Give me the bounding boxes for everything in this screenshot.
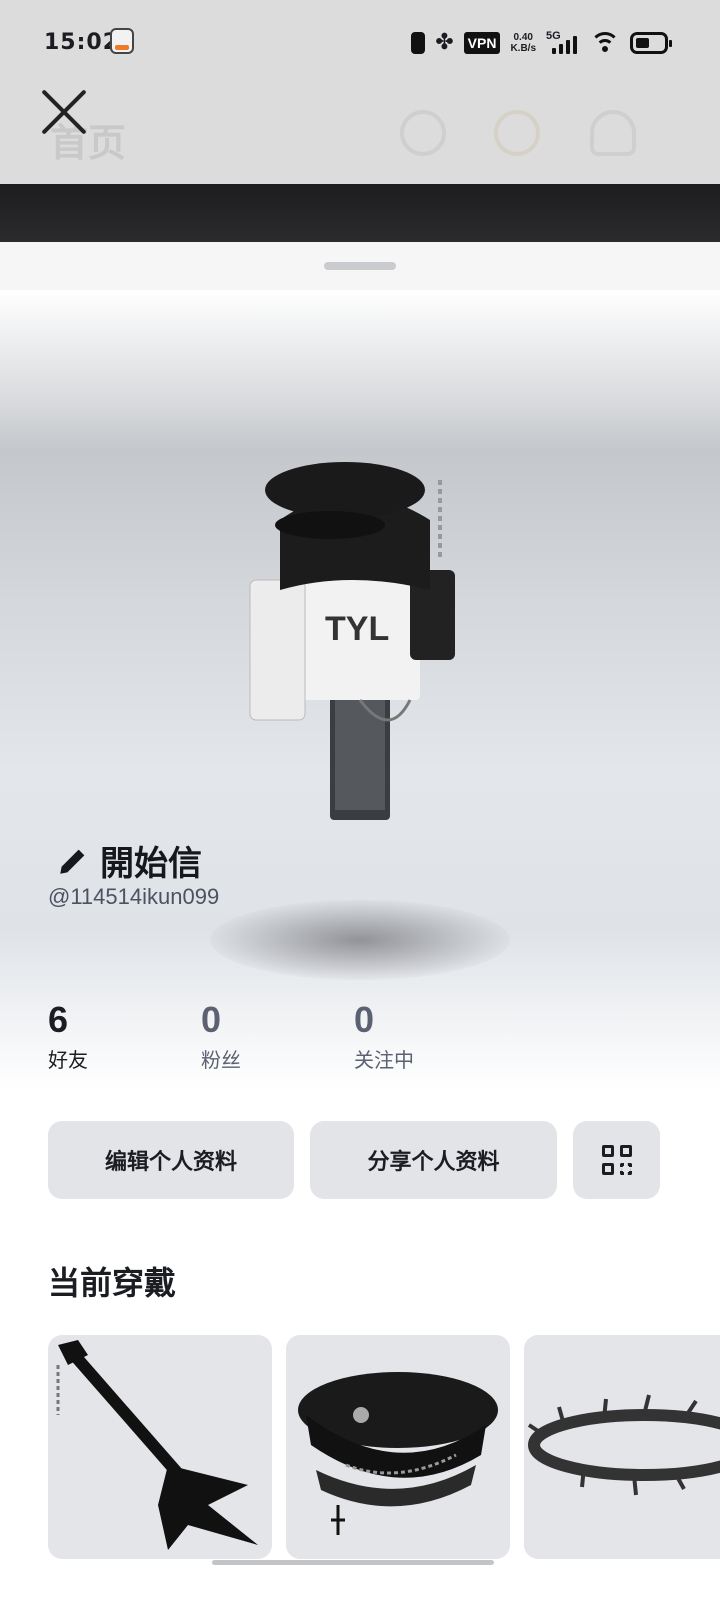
home-indicator[interactable]: [212, 1560, 494, 1565]
wearing-item-cap[interactable]: [286, 1335, 510, 1559]
section-title-wearing: 当前穿戴: [48, 1265, 177, 1301]
network-speed: 0.40 K.B/s: [510, 32, 536, 54]
thorn-crown-icon: [527, 1394, 720, 1496]
profile-stats: 6 好友 0 粉丝 0 关注中: [48, 998, 507, 1073]
stat-friends[interactable]: 6 好友: [48, 998, 201, 1073]
edit-profile-button[interactable]: 编辑个人资料: [48, 1121, 294, 1199]
close-button[interactable]: [40, 86, 90, 136]
wifi-icon: [590, 32, 620, 54]
vpn-badge: VPN: [463, 32, 501, 54]
network-type: 5G: [546, 30, 561, 42]
stat-value: 0: [354, 999, 375, 1040]
vibrate-icon: [411, 32, 426, 54]
fan-icon: ✤: [435, 30, 454, 55]
stat-following[interactable]: 0 关注中: [354, 998, 507, 1073]
share-profile-button[interactable]: 分享个人资料: [310, 1121, 557, 1199]
qr-code-icon: [601, 1145, 632, 1175]
wearing-item-guitar[interactable]: [48, 1335, 272, 1559]
wearing-item-crown[interactable]: [524, 1335, 720, 1559]
network-speed-value: 0.40: [513, 32, 533, 43]
bell-icon: [590, 110, 636, 156]
qr-code-button[interactable]: [573, 1121, 660, 1199]
display-name: 開始信: [100, 845, 202, 883]
network-speed-unit: K.B/s: [510, 43, 536, 54]
username: @114514ikun099: [48, 884, 220, 909]
search-icon: [400, 110, 446, 156]
status-icons: ✤ VPN 0.40 K.B/s 5G: [411, 28, 672, 58]
stat-label: 好友: [48, 1050, 88, 1072]
avatar-scene: TYL: [0, 290, 720, 1090]
currency-icon: [494, 110, 540, 156]
battery-icon: [630, 32, 672, 54]
background-banner: [0, 184, 720, 242]
military-cap-icon: [298, 1372, 498, 1535]
stat-followers[interactable]: 0 粉丝: [201, 998, 354, 1073]
stat-value: 6: [48, 999, 69, 1040]
guitar-icon: [56, 1340, 258, 1550]
edit-pencil-icon[interactable]: [56, 844, 90, 878]
avatar-figure[interactable]: TYL: [240, 450, 470, 830]
avatar-shadow: [210, 900, 510, 980]
profile-name-row: 開始信: [56, 836, 202, 885]
svg-text:TYL: TYL: [325, 610, 389, 648]
stat-label: 关注中: [354, 1050, 414, 1072]
status-time: 15:02: [44, 30, 120, 55]
app-notification-icon: [110, 28, 134, 54]
stat-label: 粉丝: [201, 1050, 241, 1072]
status-bar: 15:02 ✤ VPN 0.40 K.B/s 5G: [0, 0, 720, 84]
drag-handle[interactable]: [324, 262, 396, 270]
app-header: 首页: [0, 84, 720, 184]
signal-icon: 5G: [546, 30, 580, 56]
stat-value: 0: [201, 999, 222, 1040]
